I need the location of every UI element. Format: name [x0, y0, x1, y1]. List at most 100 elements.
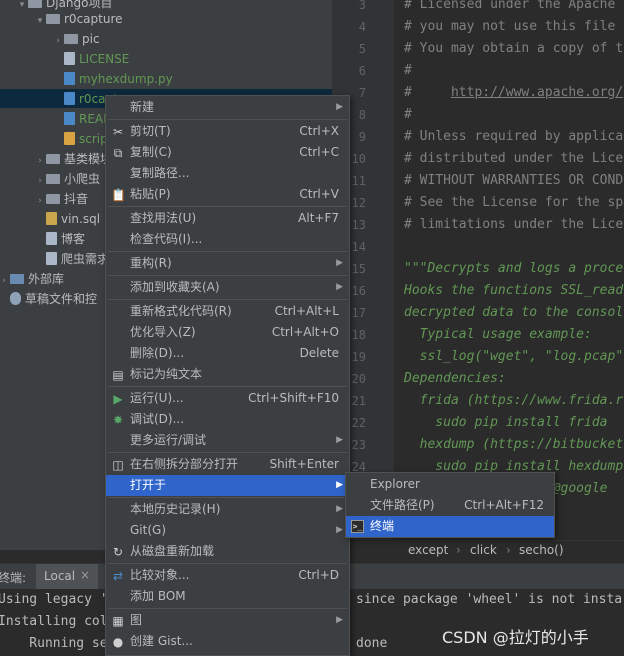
menu-item[interactable]: ● 创建 Gist... [106, 631, 349, 652]
menu-item-shortcut: Ctrl+X [299, 124, 339, 138]
menu-item[interactable]: 本地历史记录(H) ▶ [106, 499, 349, 520]
menu-item[interactable]: ▦ 图 ▶ [106, 610, 349, 631]
menu-item-shortcut: Ctrl+Shift+F10 [248, 391, 339, 405]
tree-item[interactable]: › pic [52, 29, 100, 51]
code-line: sudo pip install frida [404, 415, 608, 430]
menu-item[interactable]: 添加到收藏夹(A) ▶ [106, 277, 349, 298]
chevron-down-icon[interactable]: ▾ [34, 11, 46, 31]
menu-item-icon: ▦ [112, 614, 124, 628]
menu-item-label: Git(G) [130, 523, 166, 537]
submenu-arrow-icon: ▶ [336, 102, 343, 112]
menu-item[interactable]: ↻ 从磁盘重新加载 [106, 541, 349, 562]
tab-local[interactable]: Local × [36, 564, 98, 592]
menu-item[interactable]: 删除(D)... Delete [106, 343, 349, 364]
menu-item[interactable]: ▶ 运行(U)... Ctrl+Shift+F10 [106, 388, 349, 409]
menu-item-label: 图 [130, 613, 143, 627]
code-editor[interactable]: # Licensed under the Apache # you may not… [394, 0, 624, 540]
menu-item[interactable]: ▤ 标记为纯文本 [106, 364, 349, 385]
submenu-arrow-icon: ▶ [336, 615, 343, 625]
menu-item[interactable]: 📋 粘贴(P) Ctrl+V [106, 184, 349, 205]
menu-item[interactable]: ⇄ 比较对象... Ctrl+D [106, 565, 349, 586]
submenu-arrow-icon: ▶ [336, 525, 343, 535]
chevron-right-icon[interactable]: › [52, 31, 64, 51]
menu-separator [108, 251, 347, 252]
tree-item[interactable]: 博客 [34, 229, 85, 249]
menu-item[interactable]: ✂ 剪切(T) Ctrl+X [106, 121, 349, 142]
chevron-right-icon[interactable]: › [0, 271, 10, 291]
code-line: Hooks the functions SSL_read [404, 283, 624, 298]
menu-item[interactable]: ✸ 调试(D)... [106, 409, 349, 430]
breadcrumb-item-click[interactable]: click [470, 543, 497, 557]
menu-item[interactable]: ⧉ 复制(C) Ctrl+C [106, 142, 349, 163]
submenu-item[interactable]: 文件路径(P) Ctrl+Alt+F12 [346, 495, 554, 516]
submenu-arrow-icon: ▶ [336, 504, 343, 514]
menu-item[interactable]: Git(G) ▶ [106, 520, 349, 541]
menu-item[interactable]: 复制路径... [106, 163, 349, 184]
menu-separator [108, 206, 347, 207]
tree-item[interactable]: LICENSE [52, 49, 129, 69]
menu-item-label: 创建 Gist... [130, 634, 193, 648]
submenu-item[interactable]: Explorer [346, 474, 554, 495]
menu-item[interactable]: 检查代码(I)... [106, 229, 349, 250]
tree-item[interactable]: › 外部库 [0, 269, 64, 289]
menu-item[interactable]: 更多运行/调试 ▶ [106, 430, 349, 451]
folder-icon [28, 0, 42, 8]
submenu-item[interactable]: >_ 终端 [346, 516, 554, 537]
menu-item[interactable]: 优化导入(Z) Ctrl+Alt+O [106, 322, 349, 343]
submenu-arrow-icon: ▶ [336, 480, 343, 490]
tree-item[interactable]: vin.sql [34, 209, 100, 229]
menu-item-label: 粘贴(P) [130, 187, 171, 201]
close-icon[interactable]: × [80, 568, 90, 582]
tree-item-label: 外部库 [28, 272, 65, 286]
menu-item-shortcut: Ctrl+Alt+O [271, 325, 339, 339]
tree-item[interactable]: myhexdump.py [52, 69, 173, 89]
terminal-line: Running se [0, 636, 108, 651]
breadcrumb-separator-icon: › [506, 543, 511, 557]
tree-item[interactable]: › 小爬虫 [34, 169, 100, 189]
menu-item-label: 检查代码(I)... [130, 232, 203, 246]
code-line: # You may obtain a copy of t [404, 41, 624, 56]
menu-item-icon: ⇄ [112, 569, 124, 583]
code-text: # [404, 85, 451, 100]
tree-item[interactable]: › 基类模块 [34, 149, 112, 169]
terminal-line: done [356, 636, 388, 651]
tree-item-label: 草稿文件和控 [25, 292, 98, 306]
menu-item[interactable]: 新建 ▶ [106, 97, 349, 118]
chevron-right-icon[interactable]: › [34, 171, 46, 191]
tree-item[interactable]: ▾ r0capture [34, 9, 123, 29]
chevron-right-icon[interactable]: › [34, 191, 46, 211]
breadcrumb-item-except[interactable]: except [408, 543, 448, 557]
menu-separator [108, 119, 347, 120]
breadcrumb: except › click › secho() [394, 540, 624, 561]
menu-item[interactable]: 重构(R) ▶ [106, 253, 349, 274]
menu-item-label: 查找用法(U) [130, 211, 197, 225]
code-line: # distributed under the Lice [404, 151, 624, 166]
submenu-item-label: 文件路径(P) [370, 498, 435, 512]
code-link[interactable]: http://www.apache.org/ [451, 85, 623, 100]
menu-separator [108, 608, 347, 609]
menu-item[interactable]: 添加 BOM [106, 586, 349, 607]
code-line: # limitations under the Lice [404, 217, 624, 232]
menu-item[interactable]: 打开于 ▶ [106, 475, 349, 496]
menu-item-icon: ◫ [112, 458, 124, 472]
tree-item[interactable]: › 抖音 [34, 189, 88, 209]
breadcrumb-separator-icon: › [456, 543, 461, 557]
menu-item-label: 标记为纯文本 [130, 367, 203, 381]
tree-item[interactable]: 草稿文件和控 [0, 289, 97, 309]
chevron-right-icon[interactable]: › [34, 151, 46, 171]
breadcrumb-item-secho[interactable]: secho() [519, 543, 564, 557]
menu-item[interactable]: ◫ 在右侧拆分部分打开 Shift+Enter [106, 454, 349, 475]
menu-item[interactable]: 重新格式化代码(R) Ctrl+Alt+L [106, 301, 349, 322]
code-line: frida (https://www.frida.r [404, 393, 624, 408]
line-number: 3 [358, 0, 366, 12]
tree-item-label: pic [82, 32, 100, 46]
tree-item-label: myhexdump.py [79, 72, 173, 86]
menu-item-shortcut: Ctrl+Alt+L [274, 304, 339, 318]
chevron-down-icon[interactable]: ▾ [16, 0, 28, 15]
menu-item[interactable]: 查找用法(U) Alt+F7 [106, 208, 349, 229]
menu-item-label: 添加到收藏夹(A) [130, 280, 220, 294]
terminal-line: Installing col [0, 614, 108, 629]
code-line: Typical usage example: [404, 327, 592, 342]
menu-item-icon: ▶ [113, 392, 123, 406]
menu-item-label: 比较对象... [130, 568, 190, 582]
